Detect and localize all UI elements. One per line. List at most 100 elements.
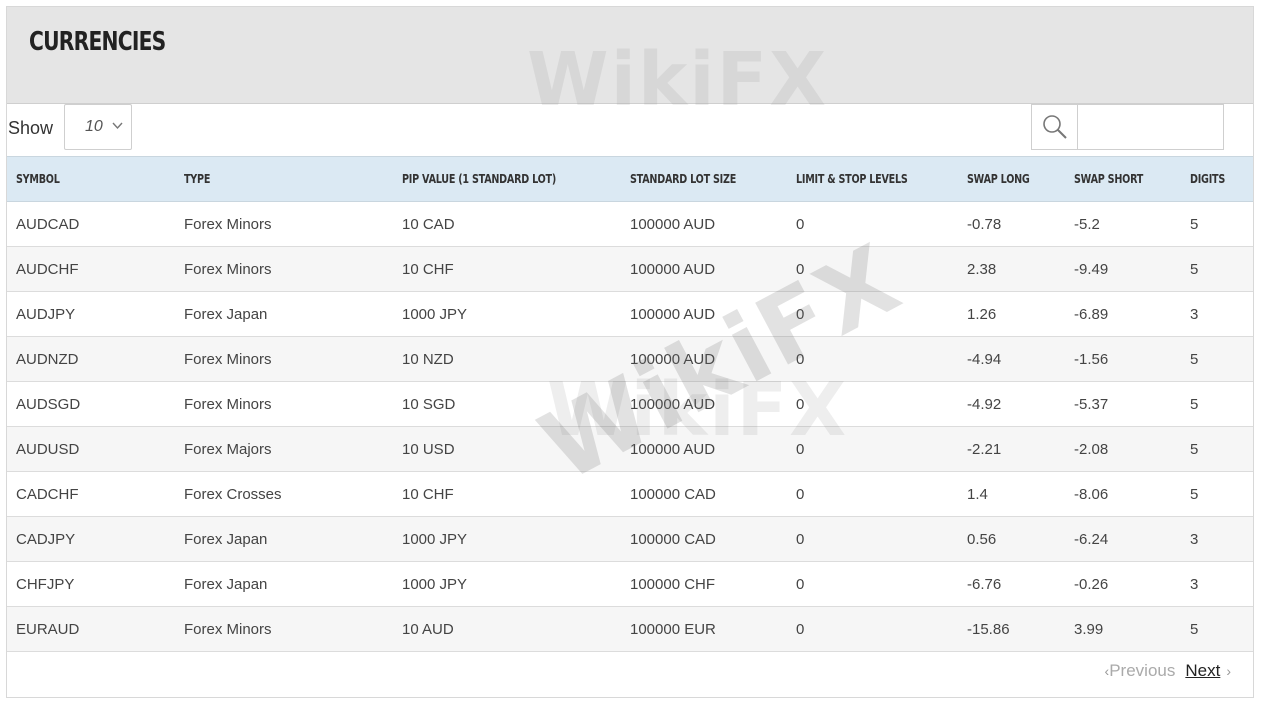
cell-standard-lot-size: 100000 AUD <box>621 381 787 427</box>
cell-swap-long: 1.26 <box>958 291 1065 337</box>
cell-digits: 3 <box>1181 516 1253 562</box>
column-header-digits[interactable]: DIGITS <box>1181 156 1253 202</box>
cell-type: Forex Minors <box>175 381 393 427</box>
cell-type: Forex Crosses <box>175 471 393 517</box>
cell-swap-long: -0.78 <box>958 201 1065 247</box>
cell-swap-short: 3.99 <box>1065 606 1181 652</box>
cell-swap-long: -6.76 <box>958 561 1065 607</box>
cell-swap-short: -5.2 <box>1065 201 1181 247</box>
column-header-type[interactable]: TYPE <box>175 156 393 202</box>
show-label: Show <box>8 118 54 138</box>
cell-standard-lot-size: 100000 AUD <box>621 246 787 292</box>
cell-pip-value: 10 CHF <box>393 471 621 517</box>
cell-digits: 5 <box>1181 381 1253 427</box>
page-length-select[interactable]: 10 <box>64 104 132 150</box>
cell-digits: 5 <box>1181 336 1253 382</box>
cell-standard-lot-size: 100000 CAD <box>621 516 787 562</box>
cell-pip-value: 1000 JPY <box>393 561 621 607</box>
cell-symbol: AUDUSD <box>7 426 175 472</box>
cell-limit-stop-levels: 0 <box>787 381 958 427</box>
cell-swap-long: 0.56 <box>958 516 1065 562</box>
cell-symbol: AUDSGD <box>7 381 175 427</box>
column-header-symbol[interactable]: SYMBOL <box>7 156 175 202</box>
cell-swap-long: -15.86 <box>958 606 1065 652</box>
cell-swap-short: -9.49 <box>1065 246 1181 292</box>
page-length-value: 10 <box>85 118 103 135</box>
cell-digits: 3 <box>1181 291 1253 337</box>
next-button[interactable]: Next <box>1185 661 1220 681</box>
table-row: CADCHF Forex Crosses 10 CHF 100000 CAD 0 1.4-… <box>7 471 1253 517</box>
cell-type: Forex Minors <box>175 336 393 382</box>
cell-digits: 3 <box>1181 561 1253 607</box>
cell-symbol: AUDNZD <box>7 336 175 382</box>
table-row: CHFJPY Forex Japan 1000 JPY 100000 CHF 0 -6.7… <box>7 561 1253 607</box>
cell-swap-short: -0.26 <box>1065 561 1181 607</box>
cell-pip-value: 10 NZD <box>393 336 621 382</box>
table-row: AUDCAD Forex Minors 10 CAD 100000 AUD 0 -0.78… <box>7 201 1253 247</box>
previous-button[interactable]: Previous <box>1109 661 1175 681</box>
cell-standard-lot-size: 100000 EUR <box>621 606 787 652</box>
table-row: AUDUSD Forex Majors 10 USD 100000 AUD 0 -2.21… <box>7 426 1253 472</box>
table-header-row: SYMBOL TYPE PIP VALUE (1 STANDARD LOT) S… <box>7 156 1253 202</box>
column-header-pip-value[interactable]: PIP VALUE (1 STANDARD LOT) <box>393 156 621 202</box>
cell-limit-stop-levels: 0 <box>787 246 958 292</box>
cell-symbol: EURAUD <box>7 606 175 652</box>
cell-swap-long: -4.94 <box>958 336 1065 382</box>
cell-symbol: CADJPY <box>7 516 175 562</box>
cell-swap-short: -5.37 <box>1065 381 1181 427</box>
cell-limit-stop-levels: 0 <box>787 291 958 337</box>
search-input[interactable] <box>1077 104 1224 150</box>
cell-swap-short: -8.06 <box>1065 471 1181 517</box>
table-row: AUDSGD Forex Minors 10 SGD 100000 AUD 0 -4.92… <box>7 381 1253 427</box>
cell-swap-short: -6.89 <box>1065 291 1181 337</box>
cell-swap-long: 1.4 <box>958 471 1065 517</box>
cell-limit-stop-levels: 0 <box>787 561 958 607</box>
cell-digits: 5 <box>1181 201 1253 247</box>
pagination: ‹ Previous Next › <box>1105 661 1231 681</box>
cell-pip-value: 10 CHF <box>393 246 621 292</box>
column-header-standard-lot-size[interactable]: STANDARD LOT SIZE <box>621 156 787 202</box>
table-row: AUDCHF Forex Minors 10 CHF 100000 AUD 0 2.38-… <box>7 246 1253 292</box>
cell-symbol: AUDCHF <box>7 246 175 292</box>
cell-pip-value: 1000 JPY <box>393 516 621 562</box>
cell-type: Forex Japan <box>175 291 393 337</box>
cell-digits: 5 <box>1181 246 1253 292</box>
cell-standard-lot-size: 100000 AUD <box>621 336 787 382</box>
cell-symbol: AUDCAD <box>7 201 175 247</box>
currencies-panel: CURRENCIES Show 10 SYMBOL TYPE PIP VALUE… <box>6 6 1254 698</box>
cell-type: Forex Minors <box>175 246 393 292</box>
cell-swap-short: -1.56 <box>1065 336 1181 382</box>
cell-digits: 5 <box>1181 606 1253 652</box>
cell-type: Forex Minors <box>175 201 393 247</box>
cell-standard-lot-size: 100000 AUD <box>621 201 787 247</box>
column-header-swap-long[interactable]: SWAP LONG <box>958 156 1065 202</box>
search-icon[interactable] <box>1031 104 1077 150</box>
cell-symbol: CHFJPY <box>7 561 175 607</box>
cell-standard-lot-size: 100000 AUD <box>621 426 787 472</box>
header-band: CURRENCIES <box>7 7 1253 104</box>
column-header-limit-stop-levels[interactable]: LIMIT & STOP LEVELS <box>787 156 958 202</box>
cell-standard-lot-size: 100000 CAD <box>621 471 787 517</box>
cell-swap-long: -2.21 <box>958 426 1065 472</box>
cell-pip-value: 10 USD <box>393 426 621 472</box>
cell-swap-long: 2.38 <box>958 246 1065 292</box>
cell-swap-short: -6.24 <box>1065 516 1181 562</box>
table-controls: Show 10 <box>7 104 1253 158</box>
cell-limit-stop-levels: 0 <box>787 516 958 562</box>
cell-pip-value: 1000 JPY <box>393 291 621 337</box>
cell-pip-value: 10 SGD <box>393 381 621 427</box>
currencies-table: SYMBOL TYPE PIP VALUE (1 STANDARD LOT) S… <box>7 156 1253 652</box>
cell-pip-value: 10 AUD <box>393 606 621 652</box>
cell-type: Forex Japan <box>175 561 393 607</box>
cell-limit-stop-levels: 0 <box>787 201 958 247</box>
cell-symbol: AUDJPY <box>7 291 175 337</box>
cell-digits: 5 <box>1181 471 1253 517</box>
column-header-swap-short[interactable]: SWAP SHORT <box>1065 156 1181 202</box>
cell-type: Forex Japan <box>175 516 393 562</box>
cell-type: Forex Minors <box>175 606 393 652</box>
table-row: AUDJPY Forex Japan 1000 JPY 100000 AUD 0 1.26… <box>7 291 1253 337</box>
cell-limit-stop-levels: 0 <box>787 336 958 382</box>
cell-limit-stop-levels: 0 <box>787 471 958 517</box>
cell-type: Forex Majors <box>175 426 393 472</box>
chevron-down-icon <box>112 118 123 133</box>
